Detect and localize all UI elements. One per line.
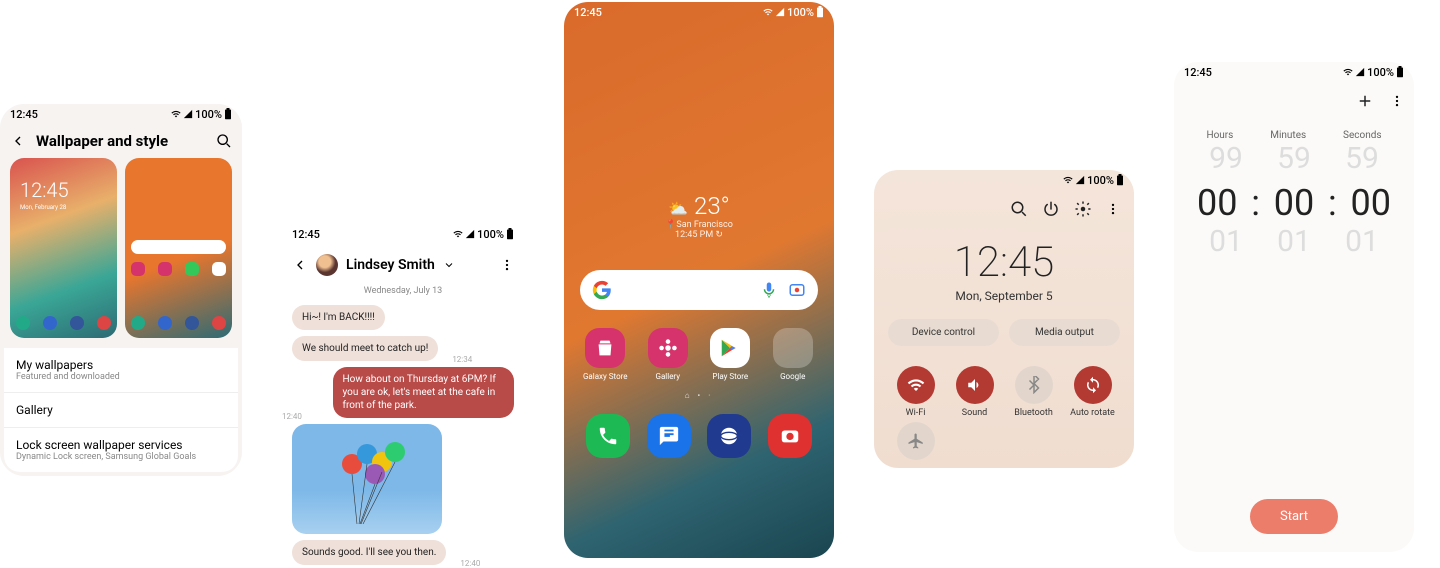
wifi-icon [171,109,181,119]
chevron-down-icon[interactable] [443,259,455,271]
back-icon[interactable] [10,133,26,149]
more-icon[interactable] [1390,92,1404,110]
page-indicator[interactable]: ⌂ • · [564,391,834,400]
search-icon[interactable] [216,133,232,149]
contact-name[interactable]: Lindsey Smith [346,257,435,273]
conversation-date: Wednesday, July 13 [282,280,524,302]
app-messages[interactable] [647,414,691,458]
battery-icon [816,6,824,18]
google-icon [592,280,612,300]
weather-time: 12:45 PM [675,230,713,240]
signal-icon [775,7,785,17]
wifi-icon [453,229,463,239]
lockscreen-preview[interactable]: 12:45 Mon, February 28 [10,158,117,338]
signal-icon [1355,67,1365,77]
lens-icon[interactable] [788,281,806,299]
app-play-store[interactable]: Play Store [705,328,755,381]
weather-temp: 23° [694,192,730,220]
tile-airplane[interactable] [888,422,943,464]
app-galaxy-store[interactable]: Galaxy Store [580,328,630,381]
battery-icon [224,108,232,120]
tile-bluetooth[interactable]: Bluetooth [1006,366,1061,418]
gear-icon[interactable] [1074,200,1092,218]
message-image[interactable] [292,424,442,534]
wifi-icon [763,7,773,17]
seconds-value[interactable]: 00 [1343,182,1399,224]
wifi-icon [1063,175,1073,185]
signal-icon [465,229,475,239]
label-hours: Hours [1206,130,1233,141]
signal-icon [1075,175,1085,185]
signal-icon [183,109,193,119]
add-icon[interactable] [1356,92,1374,110]
status-time: 12:45 [1184,66,1212,79]
more-icon[interactable] [1106,200,1120,218]
battery-icon [1396,66,1404,78]
message-time: 12:34 [452,355,472,364]
app-camera[interactable] [768,414,812,458]
device-control-button[interactable]: Device control [888,319,999,346]
hours-value[interactable]: 00 [1189,182,1245,224]
battery-icon [1116,174,1124,186]
message-in[interactable]: Hi~! I'm BACK!!!! [292,305,385,330]
status-time: 12:45 [574,6,602,19]
list-item-lockscreen-services[interactable]: Lock screen wallpaper services Dynamic L… [4,427,238,472]
message-time: 12:40 [282,412,302,421]
status-bar: 12:45 100% [564,2,834,22]
status-bar: 12:45 100% [0,104,242,124]
tile-sound[interactable]: Sound [947,366,1002,418]
qs-clock: 12:45 [874,238,1134,287]
qs-date: Mon, September 5 [874,289,1134,303]
page-title: Wallpaper and style [36,132,206,150]
app-phone[interactable] [586,414,630,458]
search-icon[interactable] [1010,200,1028,218]
dock [578,414,820,462]
app-gallery[interactable]: Gallery [643,328,693,381]
list-item-my-wallpapers[interactable]: My wallpapers Featured and downloaded [4,348,238,392]
weather-widget[interactable]: ⛅ 23° 📍San Francisco 12:45 PM ↻ [564,192,834,240]
power-icon[interactable] [1042,200,1060,218]
tile-auto-rotate[interactable]: Auto rotate [1065,366,1120,418]
app-google-folder[interactable]: Google [768,328,818,381]
label-minutes: Minutes [1270,130,1306,141]
message-in[interactable]: We should meet to catch up! [292,336,438,361]
tile-wifi[interactable]: Wi-Fi [888,366,943,418]
avatar[interactable] [316,254,338,276]
list-item-gallery[interactable]: Gallery [4,392,238,427]
wifi-icon [1343,67,1353,77]
label-seconds: Seconds [1343,130,1382,141]
app-internet[interactable] [707,414,751,458]
timer-picker[interactable]: 00: 00: 00 [1174,182,1414,224]
message-out[interactable]: How about on Thursday at 6PM? If you are… [333,367,515,418]
google-search-bar[interactable] [580,270,818,310]
status-bar: 12:45 100% [282,224,524,244]
weather-location: San Francisco [676,220,732,230]
more-icon[interactable] [500,258,514,272]
battery-icon [506,228,514,240]
status-time: 12:45 [292,228,320,241]
status-time: 12:45 [10,108,38,121]
message-time: 12:40 [460,559,480,568]
status-right: 100% [171,108,232,121]
homescreen-preview[interactable] [125,158,232,338]
status-bar: 12:45 100% [1174,62,1414,82]
back-icon[interactable] [292,257,308,273]
minutes-value[interactable]: 00 [1266,182,1322,224]
status-bar: 100% [874,170,1134,190]
message-in[interactable]: Sounds good. I'll see you then. [292,540,446,565]
mic-icon[interactable] [760,281,778,299]
start-button[interactable]: Start [1250,499,1338,534]
media-output-button[interactable]: Media output [1009,319,1120,346]
